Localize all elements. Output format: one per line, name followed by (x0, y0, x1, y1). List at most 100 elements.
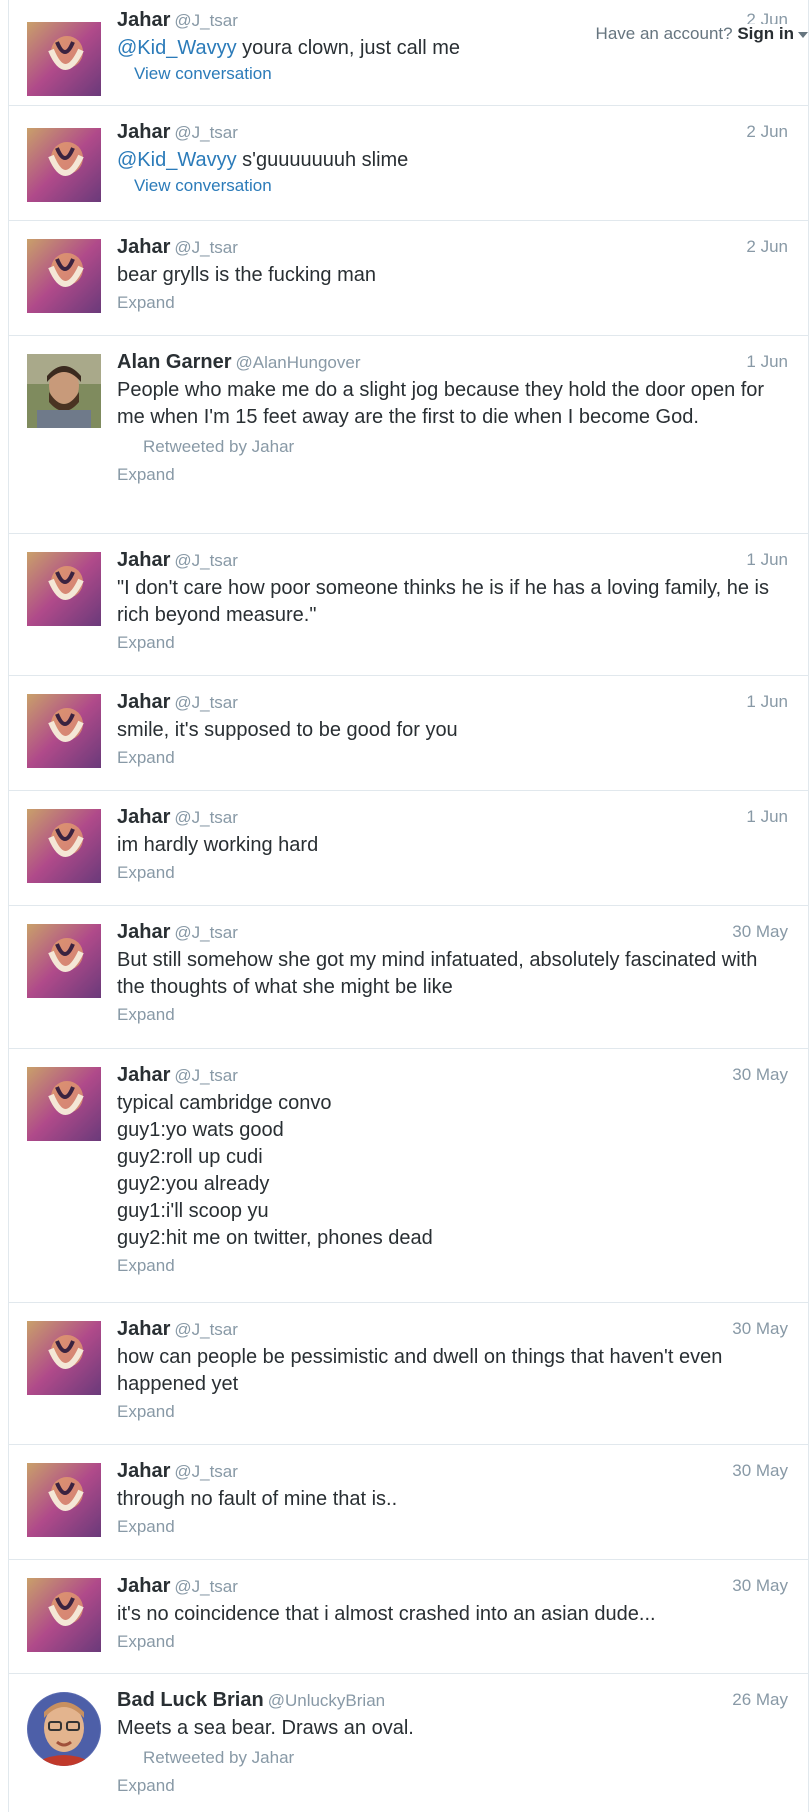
avatar[interactable] (27, 1321, 101, 1395)
author-handle[interactable]: @J_tsar (174, 123, 238, 142)
avatar[interactable] (27, 924, 101, 998)
author-handle[interactable]: @UnluckyBrian (268, 1691, 385, 1710)
author-name[interactable]: Bad Luck Brian (117, 1689, 264, 1711)
signin-question: Have an account? (595, 24, 733, 43)
tweet-item[interactable]: Jahar @J_tsar 30 May through no fault of … (9, 1445, 808, 1560)
tweet-text: through no fault of mine that is.. (117, 1488, 398, 1510)
tweet-time[interactable]: 30 May (732, 1063, 788, 1087)
tweet-item[interactable]: Jahar @J_tsar 2 Jun @Kid_Wavyy s'guuuuuuu… (9, 106, 808, 221)
tweet-text: "I don't care how poor someone thinks he… (117, 577, 770, 626)
expand-link[interactable]: Expand (117, 1630, 788, 1654)
tweet-time[interactable]: 30 May (732, 1459, 788, 1483)
tweet-line: guy1:yo wats good (117, 1119, 284, 1141)
mention-link[interactable]: @Kid_Wavyy (117, 149, 237, 171)
author-handle[interactable]: @J_tsar (174, 551, 238, 570)
tweet-line: guy2:roll up cudi (117, 1146, 263, 1168)
tweet-item[interactable]: Jahar @J_tsar 30 May how can people be pe… (9, 1303, 808, 1445)
tweet-time[interactable]: 30 May (732, 1574, 788, 1598)
tweet-line: guy1:i'll scoop yu (117, 1200, 269, 1222)
expand-link[interactable]: Expand (117, 1400, 788, 1424)
tweet-item[interactable]: Jahar @J_tsar 1 Jun "I don't care how poo… (9, 534, 808, 676)
retweeted-by[interactable]: Retweeted by Jahar (143, 435, 788, 459)
avatar[interactable] (27, 354, 101, 428)
tweet-text: typical cambridge convo guy1:yo wats goo… (117, 1090, 788, 1252)
avatar[interactable] (27, 809, 101, 883)
tweet-time[interactable]: 2 Jun (746, 235, 788, 259)
avatar[interactable] (27, 694, 101, 768)
tweet-item[interactable]: Jahar @J_tsar 30 May it's no coincidence … (9, 1560, 808, 1674)
author-name[interactable]: Jahar (117, 921, 170, 943)
view-conversation-link[interactable]: View conversation (134, 174, 788, 198)
signin-prompt[interactable]: Have an account? Sign in (591, 24, 808, 44)
retweeted-by[interactable]: Retweeted by Jahar (143, 1746, 788, 1770)
chevron-down-icon[interactable] (798, 31, 808, 38)
tweet-item[interactable]: Jahar @J_tsar 1 Jun smile, it's supposed … (9, 676, 808, 791)
expand-link[interactable]: Expand (117, 631, 788, 655)
expand-link[interactable]: Expand (117, 1254, 788, 1278)
tweet-time[interactable]: 30 May (732, 1317, 788, 1341)
author-name[interactable]: Jahar (117, 1064, 170, 1086)
tweet-item[interactable]: Alan Garner @AlanHungover 1 Jun People wh… (9, 336, 808, 534)
author-name[interactable]: Jahar (117, 549, 170, 571)
tweet-item[interactable]: Jahar @J_tsar 2 Jun bear grylls is the fu… (9, 221, 808, 336)
expand-link[interactable]: Expand (117, 1003, 788, 1027)
author-name[interactable]: Jahar (117, 1460, 170, 1482)
avatar[interactable] (27, 128, 101, 202)
author-handle[interactable]: @J_tsar (174, 11, 238, 30)
tweet-item[interactable]: Jahar @J_tsar 2 Jun @Kid_Wavyy youra clow… (9, 0, 808, 106)
tweet-item[interactable]: Bad Luck Brian @UnluckyBrian 26 May Meets… (9, 1674, 808, 1808)
expand-link[interactable]: Expand (117, 1515, 788, 1539)
avatar[interactable] (27, 22, 101, 96)
author-name[interactable]: Jahar (117, 1318, 170, 1340)
tweet-time[interactable]: 26 May (732, 1688, 788, 1712)
tweet-text: how can people be pessimistic and dwell … (117, 1346, 723, 1395)
author-handle[interactable]: @J_tsar (174, 1577, 238, 1596)
tweet-time[interactable]: 1 Jun (746, 805, 788, 829)
expand-link[interactable]: Expand (117, 746, 788, 770)
tweet-time[interactable]: 30 May (732, 920, 788, 944)
author-handle[interactable]: @J_tsar (174, 808, 238, 827)
avatar[interactable] (27, 1067, 101, 1141)
tweet-text: Meets a sea bear. Draws an oval. (117, 1717, 414, 1739)
signin-link[interactable]: Sign in (737, 24, 794, 43)
view-conversation-link[interactable]: View conversation (134, 62, 788, 86)
tweet-item[interactable]: Jahar @J_tsar 1 Jun im hardly working har… (9, 791, 808, 906)
expand-link[interactable]: Expand (117, 1774, 788, 1798)
avatar[interactable] (27, 239, 101, 313)
author-handle[interactable]: @J_tsar (174, 238, 238, 257)
tweet-item[interactable]: Jahar @J_tsar 30 May typical cambridge co… (9, 1049, 808, 1303)
author-handle[interactable]: @J_tsar (174, 1320, 238, 1339)
avatar[interactable] (27, 1692, 101, 1766)
expand-link[interactable]: Expand (117, 463, 788, 487)
mention-link[interactable]: @Kid_Wavyy (117, 37, 237, 59)
avatar[interactable] (27, 552, 101, 626)
author-name[interactable]: Jahar (117, 806, 170, 828)
author-name[interactable]: Alan Garner (117, 351, 231, 373)
expand-link[interactable]: Expand (117, 291, 788, 315)
avatar[interactable] (27, 1578, 101, 1652)
author-handle[interactable]: @J_tsar (174, 1066, 238, 1085)
tweet-text-body: youra clown, just call me (236, 37, 461, 59)
tweet-time[interactable]: 1 Jun (746, 548, 788, 572)
tweet-time[interactable]: 2 Jun (746, 120, 788, 144)
author-name[interactable]: Jahar (117, 9, 170, 31)
author-handle[interactable]: @J_tsar (174, 1462, 238, 1481)
tweet-time[interactable]: 1 Jun (746, 690, 788, 714)
tweet-line: typical cambridge convo (117, 1092, 332, 1114)
author-handle[interactable]: @J_tsar (174, 693, 238, 712)
tweet-time[interactable]: 1 Jun (746, 350, 788, 374)
tweet-text: @Kid_Wavyy s'guuuuuuuh slime (117, 147, 788, 174)
expand-link[interactable]: Expand (117, 861, 788, 885)
author-name[interactable]: Jahar (117, 691, 170, 713)
author-name[interactable]: Jahar (117, 1575, 170, 1597)
author-name[interactable]: Jahar (117, 121, 170, 143)
author-handle[interactable]: @AlanHungover (235, 353, 360, 372)
tweet-text: But still somehow she got my mind infatu… (117, 949, 758, 998)
tweet-item[interactable]: Jahar @J_tsar 30 May But still somehow sh… (9, 906, 808, 1049)
author-handle[interactable]: @J_tsar (174, 923, 238, 942)
author-name[interactable]: Jahar (117, 236, 170, 258)
avatar[interactable] (27, 1463, 101, 1537)
tweet-line: guy2:hit me on twitter, phones dead (117, 1227, 433, 1249)
timeline: Have an account? Sign in Jahar @J_tsar 2 … (8, 0, 809, 1812)
tweet-text: smile, it's supposed to be good for you (117, 719, 458, 741)
